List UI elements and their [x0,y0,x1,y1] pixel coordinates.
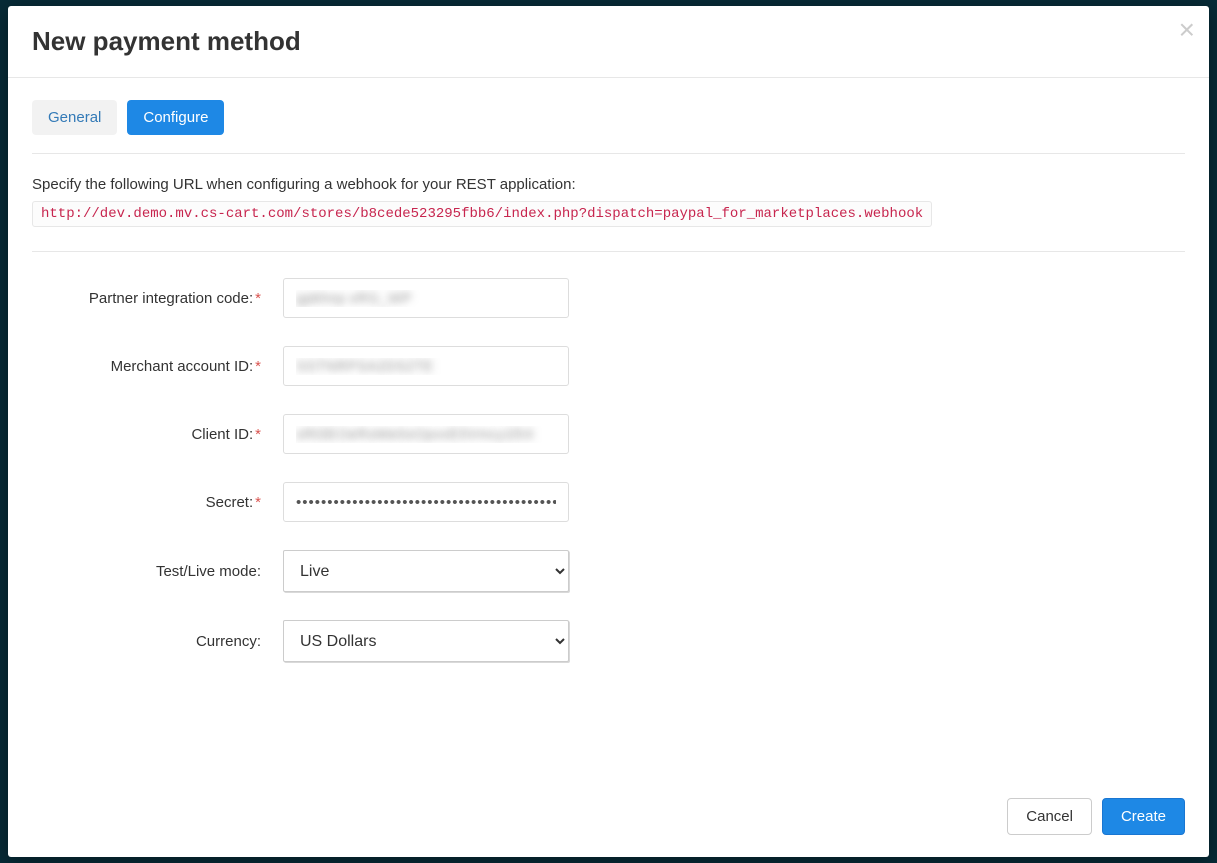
secret-input[interactable] [283,482,569,522]
webhook-instruction: Specify the following URL when configuri… [32,176,1185,193]
row-currency: Currency: US Dollars [32,620,1185,662]
webhook-url: http://dev.demo.mv.cs-cart.com/stores/b8… [32,201,932,227]
tabs-bar: General Configure [32,78,1185,154]
label-partner-integration-code: Partner integration code:* [32,290,267,307]
modal-header: New payment method × [8,6,1209,78]
close-button[interactable]: × [1179,16,1195,44]
currency-select[interactable]: US Dollars [283,620,569,662]
label-test-live-mode: Test/Live mode: [32,563,267,580]
tab-general[interactable]: General [32,100,117,135]
cancel-button[interactable]: Cancel [1007,798,1092,835]
row-merchant-account-id: Merchant account ID:* [32,346,1185,386]
row-client-id: Client ID:* [32,414,1185,454]
required-marker: * [255,494,261,511]
test-live-mode-select[interactable]: Live [283,550,569,592]
modal-footer: Cancel Create [8,780,1209,857]
label-currency: Currency: [32,633,267,650]
modal-title: New payment method [32,26,1185,57]
tab-configure[interactable]: Configure [127,100,224,135]
close-icon: × [1179,14,1195,45]
required-marker: * [255,426,261,443]
new-payment-method-modal: New payment method × General Configure S… [8,6,1209,857]
merchant-account-id-input[interactable] [283,346,569,386]
required-marker: * [255,290,261,307]
row-test-live-mode: Test/Live mode: Live [32,550,1185,592]
row-secret: Secret:* [32,482,1185,522]
modal-body: General Configure Specify the following … [8,78,1209,780]
client-id-input[interactable] [283,414,569,454]
create-button[interactable]: Create [1102,798,1185,835]
label-merchant-account-id: Merchant account ID:* [32,358,267,375]
label-client-id: Client ID:* [32,426,267,443]
webhook-section: Specify the following URL when configuri… [32,154,1185,252]
label-secret: Secret:* [32,494,267,511]
row-partner-integration-code: Partner integration code:* [32,278,1185,318]
configure-form: Partner integration code:* Merchant acco… [32,252,1185,720]
required-marker: * [255,358,261,375]
partner-integration-code-input[interactable] [283,278,569,318]
